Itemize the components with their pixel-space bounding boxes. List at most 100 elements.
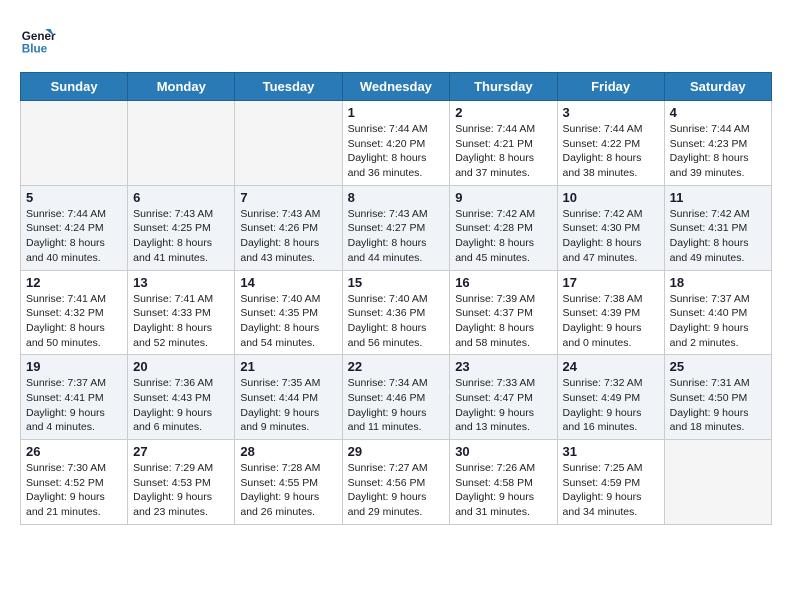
day-info: Sunrise: 7:44 AMSunset: 4:23 PMDaylight:… <box>670 122 766 181</box>
calendar-cell: 20 Sunrise: 7:36 AMSunset: 4:43 PMDayligh… <box>128 355 235 440</box>
day-number: 9 <box>455 190 551 205</box>
weekday-header-friday: Friday <box>557 73 664 101</box>
day-info: Sunrise: 7:28 AMSunset: 4:55 PMDaylight:… <box>240 461 336 520</box>
calendar-cell: 30 Sunrise: 7:26 AMSunset: 4:58 PMDayligh… <box>450 440 557 525</box>
calendar-cell: 26 Sunrise: 7:30 AMSunset: 4:52 PMDayligh… <box>21 440 128 525</box>
day-info: Sunrise: 7:42 AMSunset: 4:28 PMDaylight:… <box>455 207 551 266</box>
day-number: 18 <box>670 275 766 290</box>
day-number: 30 <box>455 444 551 459</box>
day-number: 12 <box>26 275 122 290</box>
calendar-cell: 28 Sunrise: 7:28 AMSunset: 4:55 PMDayligh… <box>235 440 342 525</box>
day-info: Sunrise: 7:26 AMSunset: 4:58 PMDaylight:… <box>455 461 551 520</box>
day-info: Sunrise: 7:29 AMSunset: 4:53 PMDaylight:… <box>133 461 229 520</box>
calendar-cell: 1 Sunrise: 7:44 AMSunset: 4:20 PMDaylight… <box>342 101 450 186</box>
calendar-body: 1 Sunrise: 7:44 AMSunset: 4:20 PMDaylight… <box>21 101 772 525</box>
day-info: Sunrise: 7:41 AMSunset: 4:33 PMDaylight:… <box>133 292 229 351</box>
calendar-cell: 16Sunrise: 7:39 AMSunset: 4:37 PMDayligh… <box>450 270 557 355</box>
calendar-week-2: 5 Sunrise: 7:44 AMSunset: 4:24 PMDaylight… <box>21 185 772 270</box>
day-info: Sunrise: 7:33 AMSunset: 4:47 PMDaylight:… <box>455 376 551 435</box>
day-number: 7 <box>240 190 336 205</box>
calendar-cell: 19 Sunrise: 7:37 AMSunset: 4:41 PMDayligh… <box>21 355 128 440</box>
day-info: Sunrise: 7:44 AMSunset: 4:22 PMDaylight:… <box>563 122 659 181</box>
day-number: 19 <box>26 359 122 374</box>
day-number: 16 <box>455 275 551 290</box>
day-number: 10 <box>563 190 659 205</box>
calendar-header-row: SundayMondayTuesdayWednesdayThursdayFrid… <box>21 73 772 101</box>
calendar-cell: 22 Sunrise: 7:34 AMSunset: 4:46 PMDayligh… <box>342 355 450 440</box>
day-info: Sunrise: 7:37 AMSunset: 4:40 PMDaylight:… <box>670 292 766 351</box>
calendar-cell: 2 Sunrise: 7:44 AMSunset: 4:21 PMDaylight… <box>450 101 557 186</box>
day-number: 17 <box>563 275 659 290</box>
day-info: Sunrise: 7:31 AMSunset: 4:50 PMDaylight:… <box>670 376 766 435</box>
day-number: 6 <box>133 190 229 205</box>
day-info: Sunrise: 7:44 AMSunset: 4:24 PMDaylight:… <box>26 207 122 266</box>
day-info: Sunrise: 7:43 AMSunset: 4:26 PMDaylight:… <box>240 207 336 266</box>
day-number: 13 <box>133 275 229 290</box>
calendar-cell: 24Sunrise: 7:32 AMSunset: 4:49 PMDayligh… <box>557 355 664 440</box>
day-number: 11 <box>670 190 766 205</box>
calendar-cell: 21 Sunrise: 7:35 AMSunset: 4:44 PMDayligh… <box>235 355 342 440</box>
day-info: Sunrise: 7:44 AMSunset: 4:21 PMDaylight:… <box>455 122 551 181</box>
calendar-cell <box>21 101 128 186</box>
calendar-cell: 23 Sunrise: 7:33 AMSunset: 4:47 PMDayligh… <box>450 355 557 440</box>
day-number: 24 <box>563 359 659 374</box>
calendar-cell: 10 Sunrise: 7:42 AMSunset: 4:30 PMDayligh… <box>557 185 664 270</box>
day-info: Sunrise: 7:40 AMSunset: 4:35 PMDaylight:… <box>240 292 336 351</box>
calendar-cell: 31Sunrise: 7:25 AMSunset: 4:59 PMDayligh… <box>557 440 664 525</box>
day-number: 14 <box>240 275 336 290</box>
calendar-week-4: 19 Sunrise: 7:37 AMSunset: 4:41 PMDayligh… <box>21 355 772 440</box>
day-number: 27 <box>133 444 229 459</box>
weekday-header-sunday: Sunday <box>21 73 128 101</box>
day-info: Sunrise: 7:34 AMSunset: 4:46 PMDaylight:… <box>348 376 445 435</box>
weekday-header-monday: Monday <box>128 73 235 101</box>
day-info: Sunrise: 7:30 AMSunset: 4:52 PMDaylight:… <box>26 461 122 520</box>
day-number: 5 <box>26 190 122 205</box>
calendar-cell <box>664 440 771 525</box>
day-number: 8 <box>348 190 445 205</box>
calendar-cell: 18 Sunrise: 7:37 AMSunset: 4:40 PMDayligh… <box>664 270 771 355</box>
calendar-cell: 9 Sunrise: 7:42 AMSunset: 4:28 PMDaylight… <box>450 185 557 270</box>
day-info: Sunrise: 7:42 AMSunset: 4:31 PMDaylight:… <box>670 207 766 266</box>
calendar-cell: 17 Sunrise: 7:38 AMSunset: 4:39 PMDayligh… <box>557 270 664 355</box>
day-number: 21 <box>240 359 336 374</box>
calendar-table: SundayMondayTuesdayWednesdayThursdayFrid… <box>20 72 772 525</box>
page-header: General Blue <box>20 20 772 56</box>
logo: General Blue <box>20 20 60 56</box>
calendar-cell: 8 Sunrise: 7:43 AMSunset: 4:27 PMDaylight… <box>342 185 450 270</box>
day-info: Sunrise: 7:27 AMSunset: 4:56 PMDaylight:… <box>348 461 445 520</box>
day-number: 29 <box>348 444 445 459</box>
calendar-cell: 3Sunrise: 7:44 AMSunset: 4:22 PMDaylight… <box>557 101 664 186</box>
day-info: Sunrise: 7:36 AMSunset: 4:43 PMDaylight:… <box>133 376 229 435</box>
day-info: Sunrise: 7:43 AMSunset: 4:25 PMDaylight:… <box>133 207 229 266</box>
day-info: Sunrise: 7:40 AMSunset: 4:36 PMDaylight:… <box>348 292 445 351</box>
day-number: 2 <box>455 105 551 120</box>
day-number: 23 <box>455 359 551 374</box>
day-info: Sunrise: 7:41 AMSunset: 4:32 PMDaylight:… <box>26 292 122 351</box>
weekday-header-tuesday: Tuesday <box>235 73 342 101</box>
day-number: 4 <box>670 105 766 120</box>
calendar-cell: 5 Sunrise: 7:44 AMSunset: 4:24 PMDaylight… <box>21 185 128 270</box>
day-number: 25 <box>670 359 766 374</box>
day-number: 20 <box>133 359 229 374</box>
day-number: 28 <box>240 444 336 459</box>
day-info: Sunrise: 7:43 AMSunset: 4:27 PMDaylight:… <box>348 207 445 266</box>
calendar-cell: 4 Sunrise: 7:44 AMSunset: 4:23 PMDaylight… <box>664 101 771 186</box>
weekday-header-saturday: Saturday <box>664 73 771 101</box>
day-number: 26 <box>26 444 122 459</box>
day-number: 22 <box>348 359 445 374</box>
calendar-week-5: 26 Sunrise: 7:30 AMSunset: 4:52 PMDayligh… <box>21 440 772 525</box>
svg-text:Blue: Blue <box>22 42 48 55</box>
day-info: Sunrise: 7:38 AMSunset: 4:39 PMDaylight:… <box>563 292 659 351</box>
day-number: 1 <box>348 105 445 120</box>
day-info: Sunrise: 7:37 AMSunset: 4:41 PMDaylight:… <box>26 376 122 435</box>
day-info: Sunrise: 7:35 AMSunset: 4:44 PMDaylight:… <box>240 376 336 435</box>
weekday-header-wednesday: Wednesday <box>342 73 450 101</box>
calendar-cell: 15Sunrise: 7:40 AMSunset: 4:36 PMDayligh… <box>342 270 450 355</box>
calendar-cell: 27 Sunrise: 7:29 AMSunset: 4:53 PMDayligh… <box>128 440 235 525</box>
day-info: Sunrise: 7:44 AMSunset: 4:20 PMDaylight:… <box>348 122 445 181</box>
calendar-cell: 14 Sunrise: 7:40 AMSunset: 4:35 PMDayligh… <box>235 270 342 355</box>
day-info: Sunrise: 7:42 AMSunset: 4:30 PMDaylight:… <box>563 207 659 266</box>
day-number: 31 <box>563 444 659 459</box>
calendar-cell: 11 Sunrise: 7:42 AMSunset: 4:31 PMDayligh… <box>664 185 771 270</box>
calendar-cell: 29 Sunrise: 7:27 AMSunset: 4:56 PMDayligh… <box>342 440 450 525</box>
